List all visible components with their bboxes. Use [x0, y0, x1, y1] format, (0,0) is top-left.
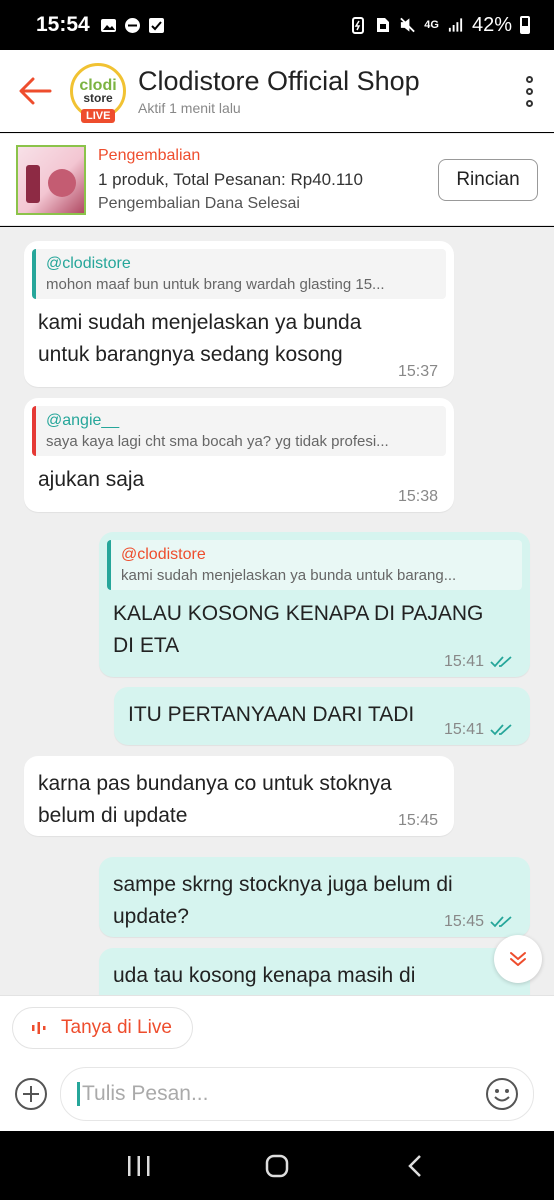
quote-text: saya kaya lagi cht sma bocah ya? yg tida… — [46, 433, 389, 450]
battery-icon — [520, 16, 530, 34]
signal-icon — [447, 17, 464, 34]
ask-live-label: Tanya di Live — [61, 1017, 172, 1038]
last-active: Aktif 1 menit lalu — [138, 100, 241, 116]
chat-area[interactable]: @clodistore mohon maaf bun untuk brang w… — [0, 227, 554, 995]
message-time: 15:41 — [444, 721, 514, 739]
message-text: ajukan saja — [38, 468, 145, 491]
home-button[interactable] — [247, 1141, 307, 1191]
audio-bars-icon — [32, 1022, 46, 1034]
message-input[interactable] — [77, 1082, 457, 1106]
composer-row — [0, 1066, 554, 1122]
time-label: 15:41 — [443, 721, 484, 738]
status-notification-icons — [100, 17, 165, 34]
quote-text: mohon maaf bun untuk brang wardah glasti… — [46, 276, 385, 293]
scroll-to-bottom-button[interactable] — [494, 935, 542, 983]
logo-text-2: store — [83, 90, 113, 105]
chevron-left-icon — [408, 1154, 421, 1177]
message-bubble[interactable]: @angie__ saya kaya lagi cht sma bocah ya… — [24, 398, 454, 512]
status-right-icons: 4G 42% — [349, 14, 530, 37]
details-button[interactable]: Rincian — [438, 158, 538, 201]
message-input-box[interactable] — [60, 1067, 534, 1121]
time-label: 15:45 — [443, 913, 484, 930]
system-nav-bar — [0, 1131, 554, 1200]
double-check-icon — [490, 724, 512, 736]
mute-icon — [399, 17, 416, 34]
shop-avatar[interactable]: clodi store LIVE — [70, 63, 126, 123]
double-chevron-down-icon — [510, 952, 526, 966]
message-text: uda tau kosong kenapa masih di — [113, 964, 416, 987]
chat-header: clodi store LIVE Clodistore Official Sho… — [0, 50, 554, 132]
do-not-disturb-icon — [124, 17, 141, 34]
product-thumbnail — [16, 144, 86, 215]
checkbox-icon — [148, 17, 165, 34]
recent-apps-icon — [128, 1155, 150, 1176]
order-info: Pengembalian 1 produk, Total Pesanan: Rp… — [98, 147, 438, 213]
home-icon — [265, 1154, 289, 1177]
plus-circle-icon — [15, 1078, 47, 1110]
message-bubble[interactable]: sampe skrng stocknya juga belum di updat… — [99, 857, 530, 937]
quote-author: @clodistore — [121, 546, 206, 563]
more-options-button[interactable] — [504, 75, 554, 107]
message-bubble[interactable]: karna pas bundanya co untuk stoknya belu… — [24, 756, 454, 836]
dot-icon — [525, 99, 533, 107]
status-bar: 15:54 4G 42% — [0, 0, 554, 50]
message-bubble[interactable]: @clodistore kami sudah menjelaskan ya bu… — [99, 532, 530, 677]
message-time: 15:37 — [398, 363, 438, 381]
emoji-icon[interactable] — [485, 1077, 519, 1111]
quote-text: kami sudah menjelaskan ya bunda untuk ba… — [121, 567, 457, 584]
message-bubble[interactable]: uda tau kosong kenapa masih di — [99, 948, 530, 995]
back-button[interactable] — [0, 50, 70, 132]
recent-apps-button[interactable] — [109, 1141, 169, 1191]
message-time: 15:45 — [398, 812, 438, 830]
message-bubble[interactable]: @clodistore mohon maaf bun untuk brang w… — [24, 241, 454, 387]
gallery-icon — [100, 17, 117, 34]
time-label: 15:41 — [443, 653, 484, 670]
arrow-left-icon — [19, 77, 52, 105]
network-type: 4G — [424, 19, 439, 31]
status-time: 15:54 — [36, 13, 90, 36]
battery-percent: 42% — [471, 13, 512, 36]
composer-area: Tanya di Live — [0, 995, 554, 1131]
battery-saver-icon — [349, 17, 366, 34]
order-summary: 1 produk, Total Pesanan: Rp40.110 — [98, 169, 363, 189]
refund-status: Pengembalian Dana Selesai — [98, 194, 300, 212]
reply-quote[interactable]: @angie__ saya kaya lagi cht sma bocah ya… — [32, 406, 446, 456]
message-text: karna pas bundanya co untuk stoknya belu… — [38, 772, 392, 827]
add-attachment-button[interactable] — [14, 1077, 48, 1111]
dot-icon — [525, 75, 533, 83]
message-time: 15:45 — [444, 913, 514, 931]
time-label: 15:45 — [397, 812, 438, 829]
order-card[interactable]: Pengembalian 1 produk, Total Pesanan: Rp… — [0, 133, 554, 226]
quote-author: @clodistore — [46, 255, 131, 272]
header-text[interactable]: Clodistore Official Shop Aktif 1 menit l… — [138, 66, 504, 116]
message-time: 15:41 — [444, 653, 514, 671]
time-label: 15:37 — [397, 363, 438, 380]
message-text: kami sudah menjelaskan ya bunda untuk ba… — [38, 311, 362, 366]
reply-quote[interactable]: @clodistore mohon maaf bun untuk brang w… — [32, 249, 446, 299]
back-nav-button[interactable] — [385, 1141, 445, 1191]
shop-name: Clodistore Official Shop — [138, 66, 420, 96]
ask-live-button[interactable]: Tanya di Live — [12, 1007, 193, 1049]
double-check-icon — [490, 916, 512, 928]
message-time: 15:38 — [398, 488, 438, 506]
time-label: 15:38 — [397, 488, 438, 505]
reply-quote[interactable]: @clodistore kami sudah menjelaskan ya bu… — [107, 540, 522, 590]
dot-icon — [525, 87, 533, 95]
live-badge: LIVE — [81, 109, 116, 123]
double-check-icon — [490, 656, 512, 668]
message-text: KALAU KOSONG KENAPA DI PAJANG DI ETA — [113, 602, 484, 657]
order-status: Pengembalian — [98, 146, 201, 164]
message-bubble[interactable]: ITU PERTANYAAN DARI TADI 15:41 — [114, 687, 530, 745]
quote-author: @angie__ — [46, 412, 120, 429]
sim-icon — [374, 17, 391, 34]
